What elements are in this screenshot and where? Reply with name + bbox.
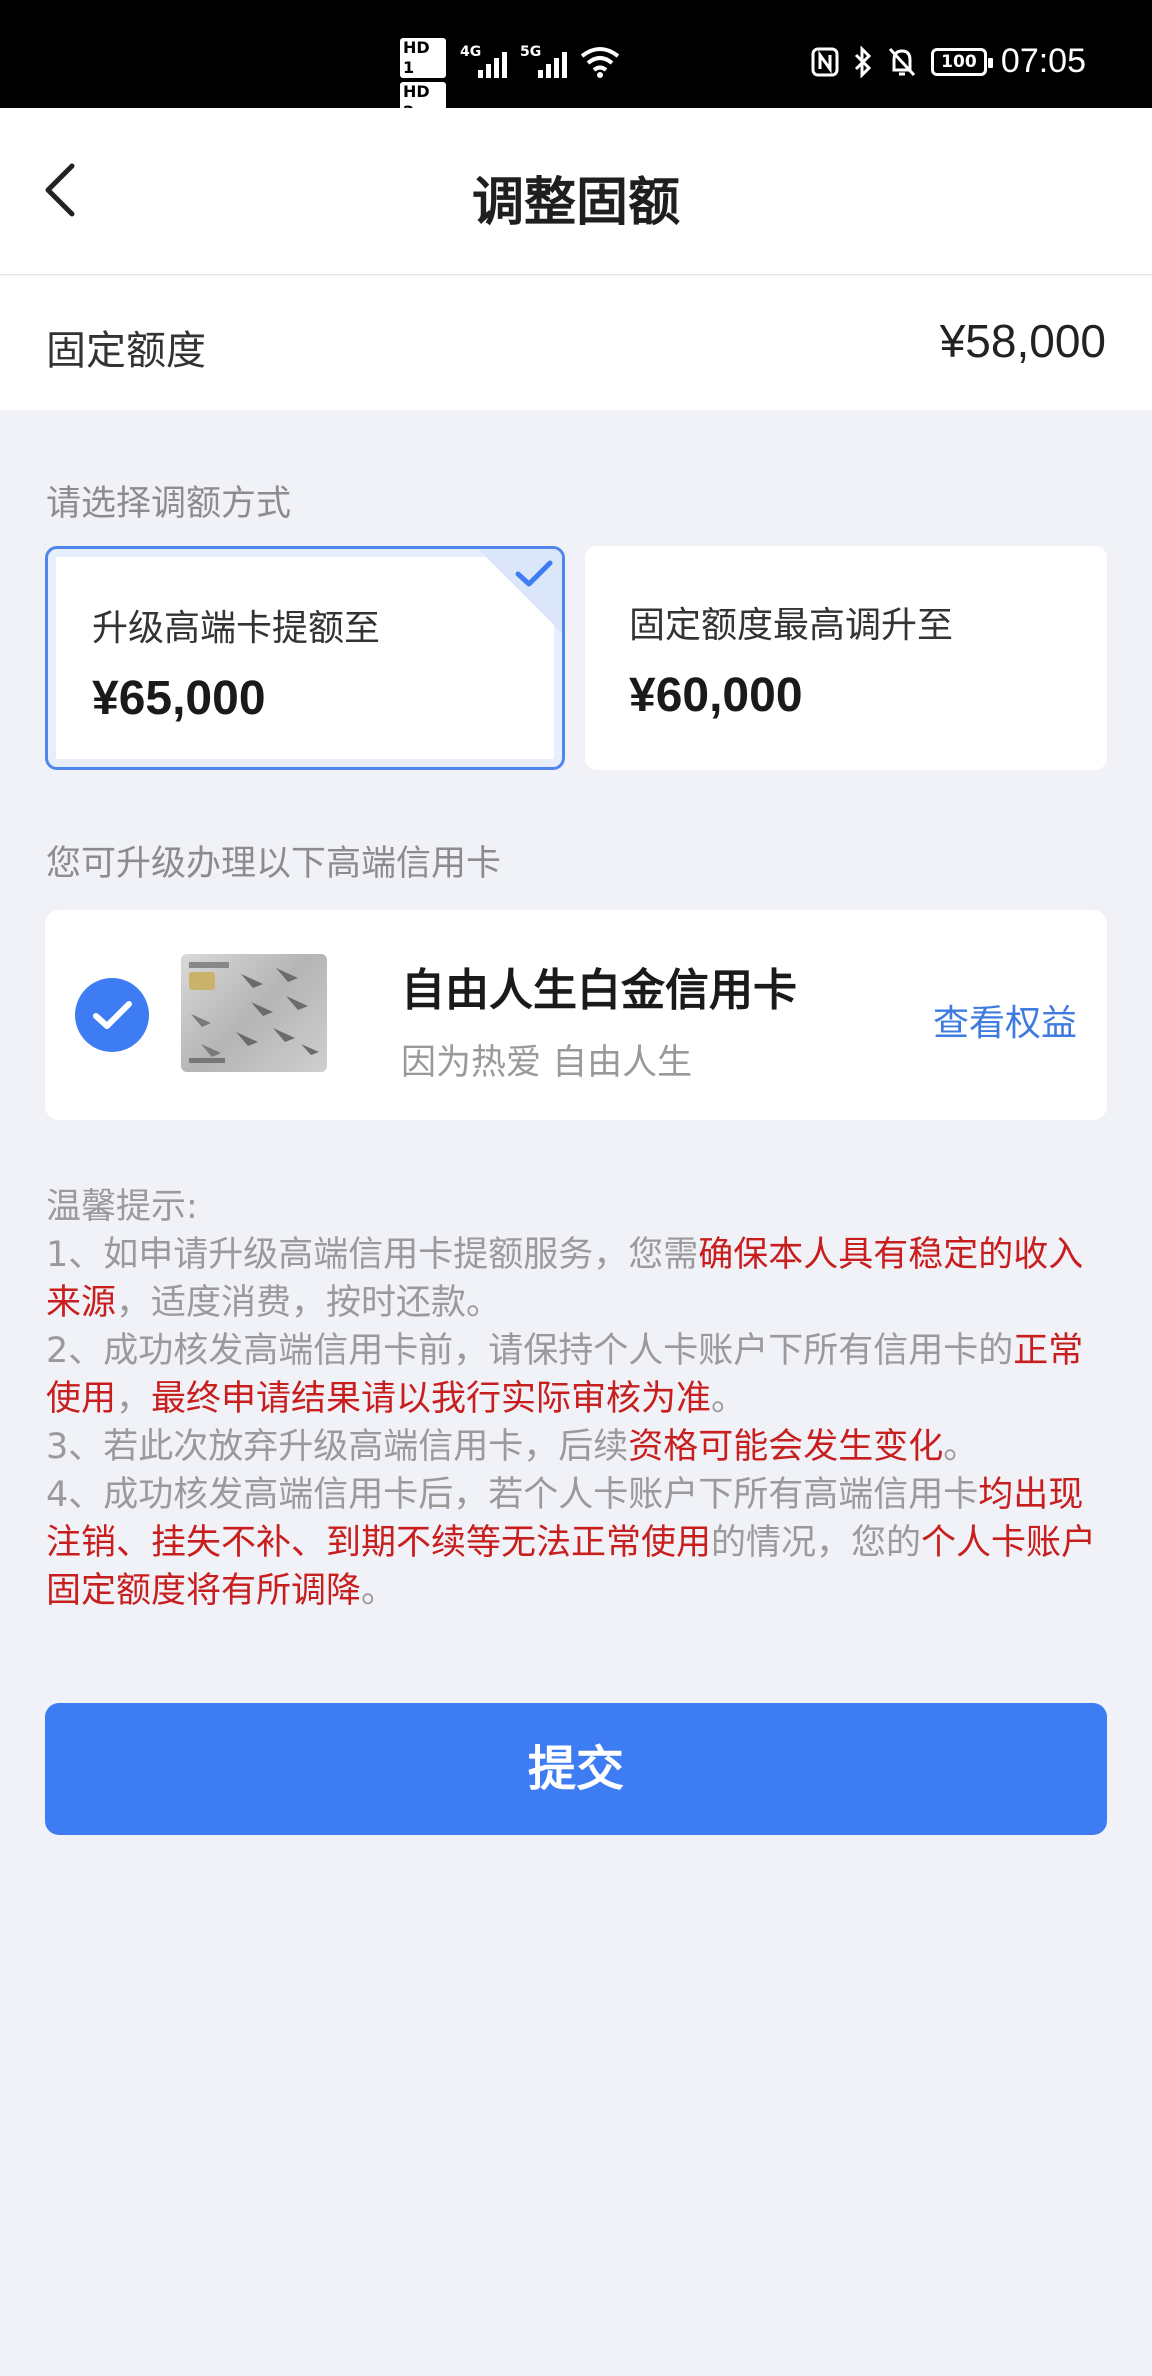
tip-highlight: 资格可能会发生变化 — [628, 1427, 944, 1467]
signal-icon — [478, 48, 507, 78]
option-label: 固定额度最高调升至 — [629, 605, 954, 646]
tip-item-1: 1、如申请升级高端信用卡提额服务，您需确保本人具有稳定的收入来源，适度消费，按时… — [46, 1231, 1116, 1327]
option-amount: ¥65,000 — [92, 672, 266, 725]
tip-highlight: 最终申请结果请以我行实际审核为准 — [151, 1379, 712, 1419]
method-section-label: 请选择调额方式 — [46, 484, 292, 524]
submit-button[interactable]: 提交 — [45, 1703, 1107, 1835]
tips-title: 温馨提示: — [46, 1187, 198, 1227]
tip-item-3: 3、若此次放弃升级高端信用卡，后续资格可能会发生变化。 — [46, 1423, 1116, 1471]
wifi-icon — [580, 47, 620, 78]
card-name: 自由人生白金信用卡 — [401, 965, 797, 1016]
sim1-label: HD 1 — [400, 38, 446, 78]
option-raise-limit[interactable]: 固定额度最高调升至 ¥60,000 — [585, 546, 1107, 770]
tip-text: ， — [116, 1379, 152, 1419]
tip-text: 3、若此次放弃升级高端信用卡，后续 — [46, 1427, 629, 1467]
tip-text: 4、成功核发高端信用卡后，若个人卡账户下所有高端信用卡 — [46, 1475, 979, 1515]
credit-card-item[interactable]: 自由人生白金信用卡 因为热爱 自由人生 查看权益 — [45, 910, 1107, 1120]
battery-indicator: 100 — [930, 47, 993, 76]
checkbox-checked[interactable] — [75, 978, 149, 1052]
credit-card-image — [181, 954, 327, 1072]
fixed-limit-value: ¥58,000 — [939, 315, 1106, 367]
clock: 07:05 — [1000, 42, 1086, 80]
option-upgrade-card[interactable]: 升级高端卡提额至 ¥65,000 — [45, 546, 565, 770]
option-amount: ¥60,000 — [629, 669, 803, 722]
tips-block: 温馨提示: 1、如申请升级高端信用卡提额服务，您需确保本人具有稳定的收入来源，适… — [46, 1183, 1116, 1615]
option-label: 升级高端卡提额至 — [92, 608, 381, 649]
tip-text: 的情况，您的 — [711, 1523, 922, 1563]
tip-text: 2、成功核发高端信用卡前，请保持个人卡账户下所有信用卡的 — [46, 1331, 1014, 1371]
card-section-label: 您可升级办理以下高端信用卡 — [46, 844, 502, 884]
tip-text: 。 — [711, 1379, 747, 1419]
bluetooth-icon — [854, 45, 872, 78]
check-icon — [93, 1001, 132, 1029]
page-title: 调整固额 — [471, 173, 680, 233]
tip-item-2: 2、成功核发高端信用卡前，请保持个人卡账户下所有信用卡的正常使用，最终申请结果请… — [46, 1327, 1116, 1423]
nfc-icon — [811, 47, 839, 76]
nav-bar: 调整固额 — [0, 108, 1152, 275]
status-right-group: 100 07:05 — [811, 42, 1086, 81]
mute-bell-icon — [888, 47, 916, 76]
fixed-limit-label: 固定额度 — [46, 328, 206, 374]
card-slogan: 因为热爱 自由人生 — [401, 1043, 693, 1083]
tip-text: 。 — [943, 1427, 979, 1467]
tip-text: ，适度消费，按时还款。 — [116, 1283, 502, 1323]
signal-icon — [538, 48, 567, 78]
tip-item-4: 4、成功核发高端信用卡后，若个人卡账户下所有高端信用卡均出现注销、挂失不补、到期… — [46, 1471, 1116, 1615]
tip-text: 。 — [361, 1571, 397, 1611]
view-benefits-link[interactable]: 查看权益 — [933, 994, 1077, 1046]
tip-text: 1、如申请升级高端信用卡提额服务，您需 — [46, 1235, 699, 1275]
bird-pattern-graphic — [189, 962, 319, 1063]
fixed-limit-row: 固定额度 ¥58,000 — [0, 276, 1152, 410]
status-bar: HD 1 HD 2 4G 5G 100 07:05 — [0, 0, 1152, 122]
check-icon — [515, 560, 553, 587]
